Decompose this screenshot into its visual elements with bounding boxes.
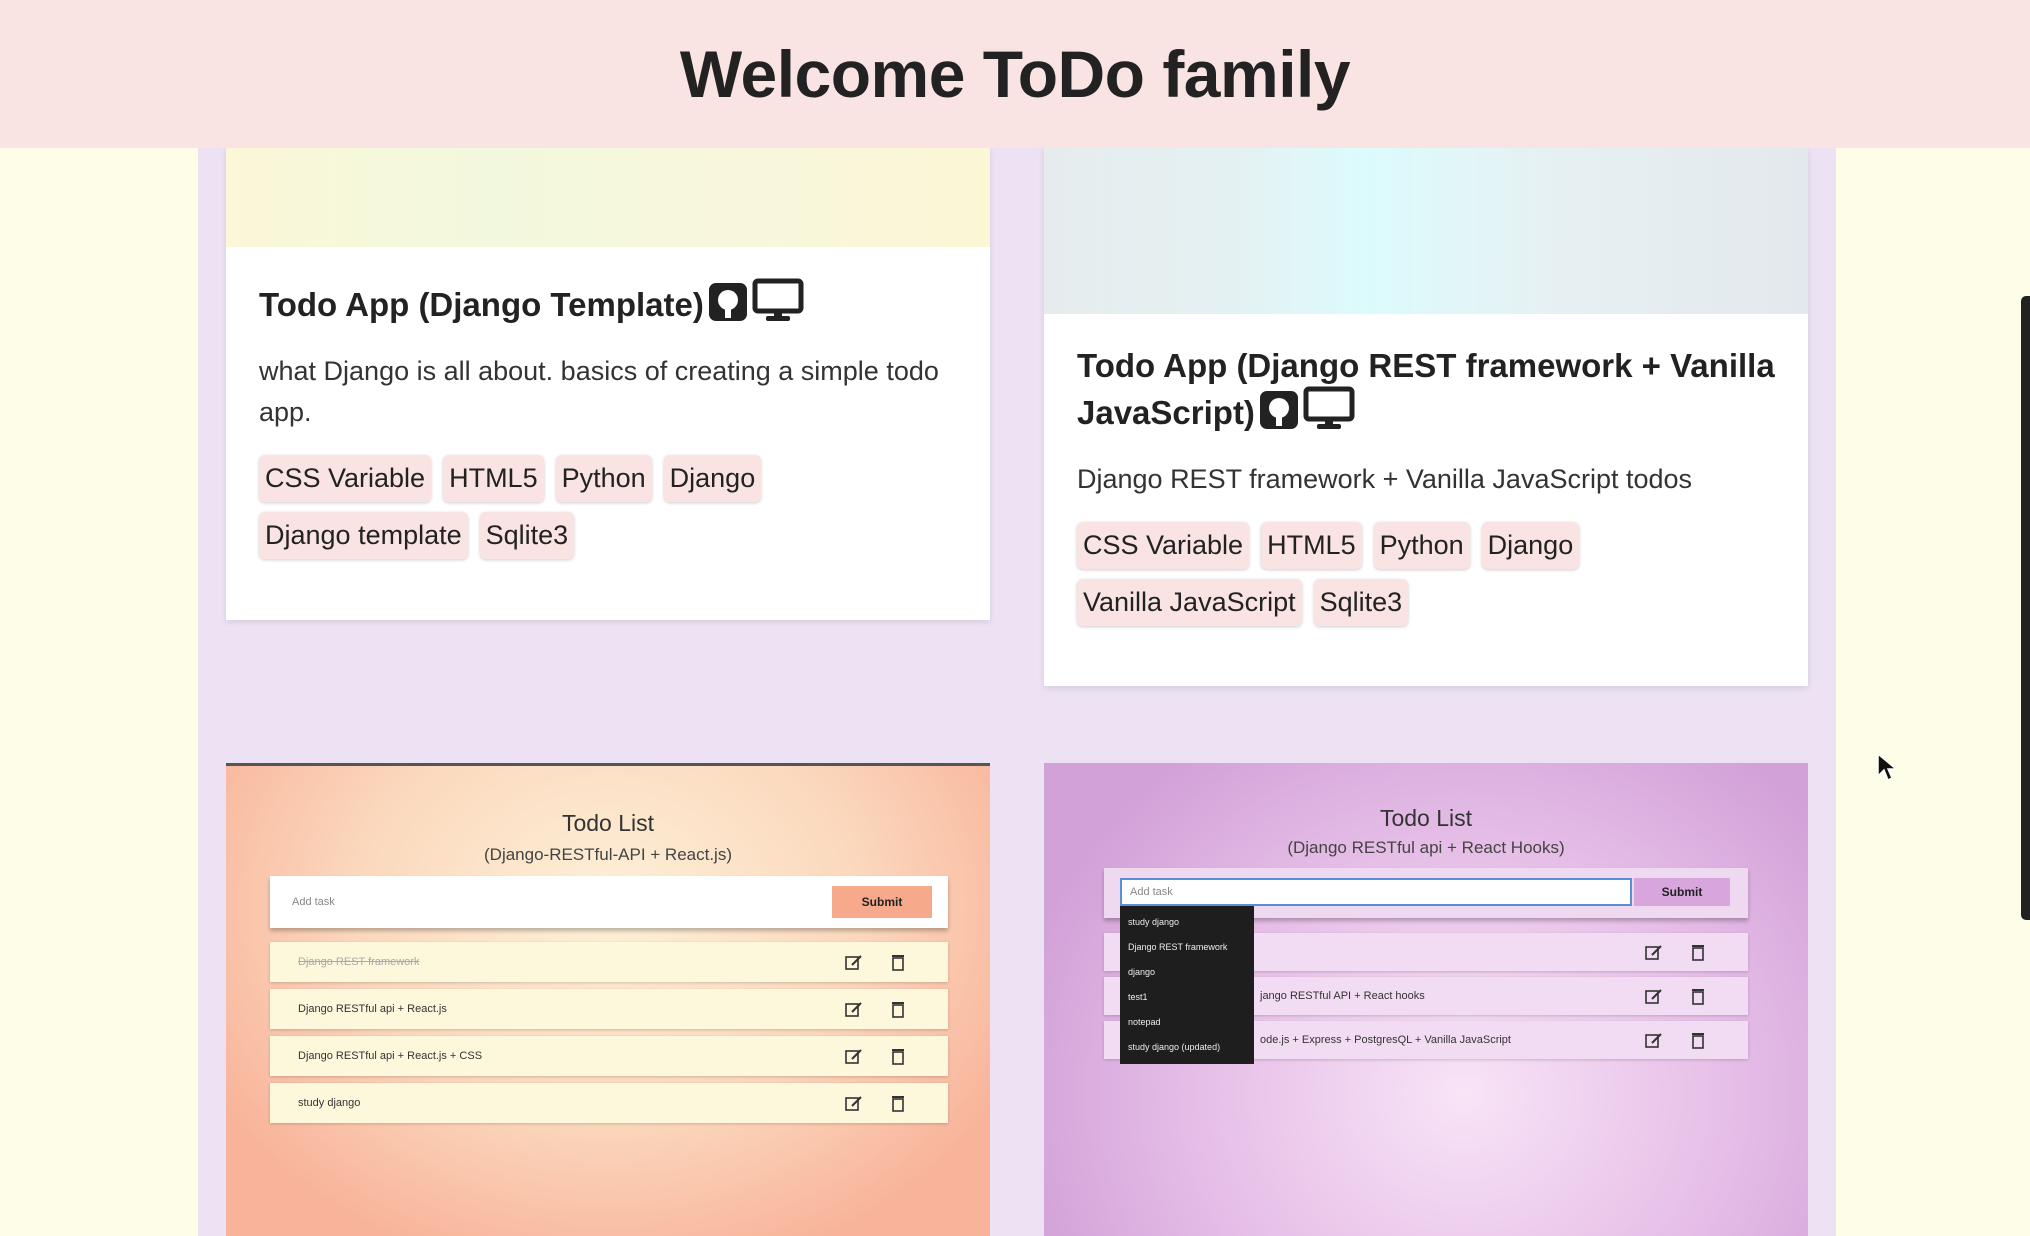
trash-icon[interactable]	[1688, 943, 1708, 961]
tag: CSS Variable	[259, 455, 432, 502]
preview-task-input[interactable]: Add task	[284, 886, 834, 918]
trash-icon[interactable]	[888, 953, 908, 971]
card-image	[226, 148, 990, 247]
trash-icon[interactable]	[888, 1094, 908, 1112]
card-title: Todo App (Django REST framework + Vanill…	[1077, 345, 1775, 439]
edit-icon[interactable]	[844, 1000, 864, 1018]
autocomplete-option[interactable]: study django	[1120, 910, 1254, 935]
project-card-django-template[interactable]: Todo App (Django Template) what Django i…	[226, 148, 990, 620]
desktop-icon[interactable]	[752, 278, 804, 331]
preview-task-row: Django RESTful api + React.js + CSS	[270, 1036, 948, 1076]
preview-subtitle: (Django-RESTful-API + React.js)	[484, 845, 732, 864]
preview-task-text: ode.js + Express + PostgresQL + Vanilla …	[1260, 1034, 1511, 1046]
tag: Django	[663, 455, 762, 502]
tag: Sqlite3	[1313, 579, 1409, 626]
project-card-drf-vanilla-js[interactable]: Todo App (Django REST framework + Vanill…	[1044, 148, 1808, 686]
card-title: Todo App (Django Template)	[259, 278, 957, 331]
tag: Django template	[259, 512, 468, 559]
page-title: Welcome ToDo family	[679, 37, 1351, 111]
main-content: Todo App (Django Template) what Django i…	[198, 148, 1836, 1236]
autocomplete-option[interactable]: study django (updated)	[1120, 1035, 1254, 1060]
preview-task-row: Django REST framework	[270, 942, 948, 982]
tag: CSS Variable	[1077, 522, 1250, 569]
github-icon[interactable]	[1259, 390, 1299, 439]
autocomplete-dropdown: study django Django REST framework djang…	[1120, 906, 1254, 1064]
preview-task-text: jango RESTful API + React hooks	[1260, 990, 1425, 1002]
edit-icon[interactable]	[844, 1047, 864, 1065]
card-description: what Django is all about. basics of crea…	[259, 356, 939, 427]
tag-list: CSS Variable HTML5 Python Django Django …	[259, 455, 957, 559]
preview-submit-button[interactable]: Submit	[1634, 878, 1730, 906]
preview-task-input[interactable]: Add task	[1120, 878, 1632, 906]
preview-task-text: Django RESTful api + React.js + CSS	[298, 1050, 483, 1062]
card-title-text: Todo App (Django REST framework + Vanill…	[1077, 347, 1775, 431]
preview-task-text: Django REST framework	[298, 956, 420, 968]
preview-task-text: study django	[298, 1097, 361, 1109]
trash-icon[interactable]	[888, 1047, 908, 1065]
tag: Python	[555, 455, 652, 502]
project-preview-react-hooks[interactable]: Todo List (Django RESTful api + React Ho…	[1044, 763, 1808, 1236]
preview-task-row: study django	[270, 1083, 948, 1123]
project-preview-react[interactable]: Todo List (Django-RESTful-API + React.js…	[226, 763, 990, 1236]
edit-icon[interactable]	[1644, 943, 1664, 961]
tag: Vanilla JavaScript	[1077, 579, 1302, 626]
tag: HTML5	[1261, 522, 1362, 569]
site-header: Welcome ToDo family	[0, 0, 2030, 148]
tag: Python	[1373, 522, 1470, 569]
edit-icon[interactable]	[844, 953, 864, 971]
preview-title: Todo List	[561, 810, 655, 836]
autocomplete-option[interactable]: django	[1120, 960, 1254, 985]
github-icon[interactable]	[708, 282, 748, 331]
edit-icon[interactable]	[1644, 987, 1664, 1005]
mouse-cursor-icon	[1877, 752, 1898, 782]
preview-task-form: Add task Submit	[270, 876, 948, 928]
trash-icon[interactable]	[1688, 987, 1708, 1005]
card-description: Django REST framework + Vanilla JavaScri…	[1077, 464, 1693, 494]
edit-icon[interactable]	[1644, 1031, 1664, 1049]
tag: HTML5	[443, 455, 544, 502]
trash-icon[interactable]	[1688, 1031, 1708, 1049]
preview-task-row: Django RESTful api + React.js	[270, 989, 948, 1029]
tag: Django	[1481, 522, 1580, 569]
tag: Sqlite3	[479, 512, 575, 559]
preview-task-text: Django RESTful api + React.js	[298, 1003, 447, 1015]
preview-submit-button[interactable]: Submit	[832, 886, 932, 918]
autocomplete-option[interactable]: Django REST framework	[1120, 935, 1254, 960]
autocomplete-option[interactable]: test1	[1120, 985, 1254, 1010]
tag-list: CSS Variable HTML5 Python Django Vanilla…	[1077, 522, 1775, 626]
preview-subtitle: (Django RESTful api + React Hooks)	[1287, 838, 1565, 857]
scrollbar-thumb[interactable]	[2021, 296, 2030, 920]
autocomplete-option[interactable]: notepad	[1120, 1010, 1254, 1035]
preview-title: Todo List	[1379, 805, 1473, 831]
trash-icon[interactable]	[888, 1000, 908, 1018]
desktop-icon[interactable]	[1303, 386, 1355, 439]
card-title-text: Todo App (Django Template)	[259, 286, 704, 323]
edit-icon[interactable]	[844, 1094, 864, 1112]
card-image	[1044, 148, 1808, 314]
